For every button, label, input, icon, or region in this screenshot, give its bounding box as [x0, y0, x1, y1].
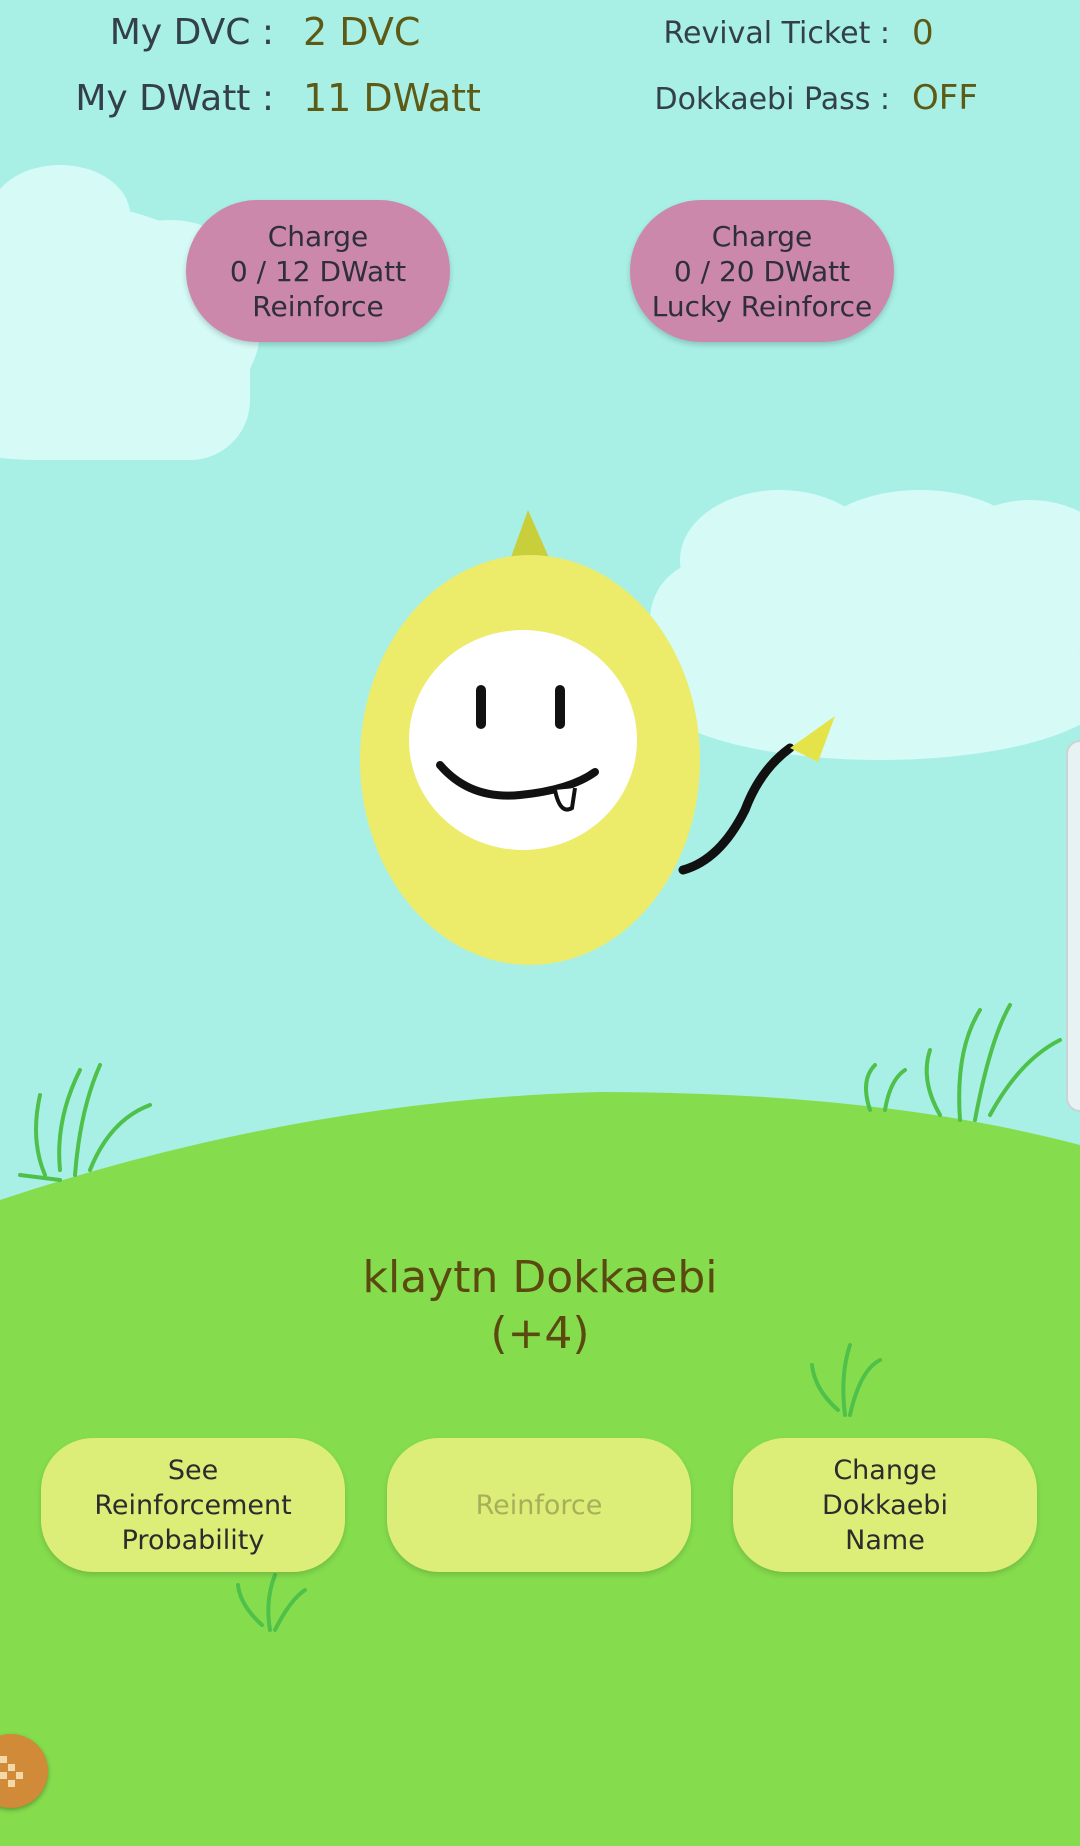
- charge-lucky-reinforce-button[interactable]: Charge 0 / 20 DWatt Lucky Reinforce: [630, 200, 894, 342]
- dokkaebi-pass-value: OFF: [912, 78, 978, 118]
- charge-reinforce-progress: 0 / 12 DWatt: [229, 254, 407, 288]
- see-probability-line2: Reinforcement: [94, 1489, 292, 1521]
- change-name-line1: Change: [833, 1454, 937, 1486]
- edge-panel-handle[interactable]: [1066, 740, 1080, 1112]
- see-probability-line1: See: [167, 1454, 219, 1486]
- change-name-line2: Dokkaebi: [822, 1489, 948, 1521]
- see-probability-line3: Probability: [121, 1524, 265, 1556]
- change-name-button[interactable]: Change Dokkaebi Name: [733, 1438, 1037, 1572]
- dwatt-label: My DWatt :: [75, 78, 274, 119]
- character-name: klaytn Dokkaebi: [362, 1252, 718, 1303]
- dots-icon: [0, 1756, 23, 1787]
- dvc-value: 2 DVC: [303, 10, 421, 54]
- grass-tuft-right: [864, 1003, 1062, 1122]
- dwatt-value: 11 DWatt: [303, 76, 481, 120]
- cloud-right: [650, 490, 1080, 760]
- reinforce-button[interactable]: Reinforce: [387, 1438, 691, 1572]
- charge-lucky-line1: Charge: [711, 219, 813, 253]
- see-probability-button[interactable]: See Reinforcement Probability: [41, 1438, 345, 1572]
- change-name-line3: Name: [845, 1524, 925, 1556]
- charge-reinforce-line1: Charge: [267, 219, 369, 253]
- charge-reinforce-line3: Reinforce: [252, 289, 384, 323]
- character-level: (+4): [490, 1308, 590, 1359]
- charge-lucky-line3: Lucky Reinforce: [651, 289, 873, 323]
- reinforce-label: Reinforce: [475, 1489, 603, 1521]
- floating-menu-button[interactable]: [0, 1734, 48, 1808]
- dokkaebi-pass-label: Dokkaebi Pass :: [654, 82, 890, 117]
- revival-ticket-value: 0: [912, 13, 934, 53]
- revival-ticket-label: Revival Ticket :: [663, 16, 890, 51]
- charge-reinforce-button[interactable]: Charge 0 / 12 DWatt Reinforce: [186, 200, 450, 342]
- charge-lucky-progress: 0 / 20 DWatt: [673, 254, 851, 288]
- dvc-label: My DVC :: [109, 12, 274, 53]
